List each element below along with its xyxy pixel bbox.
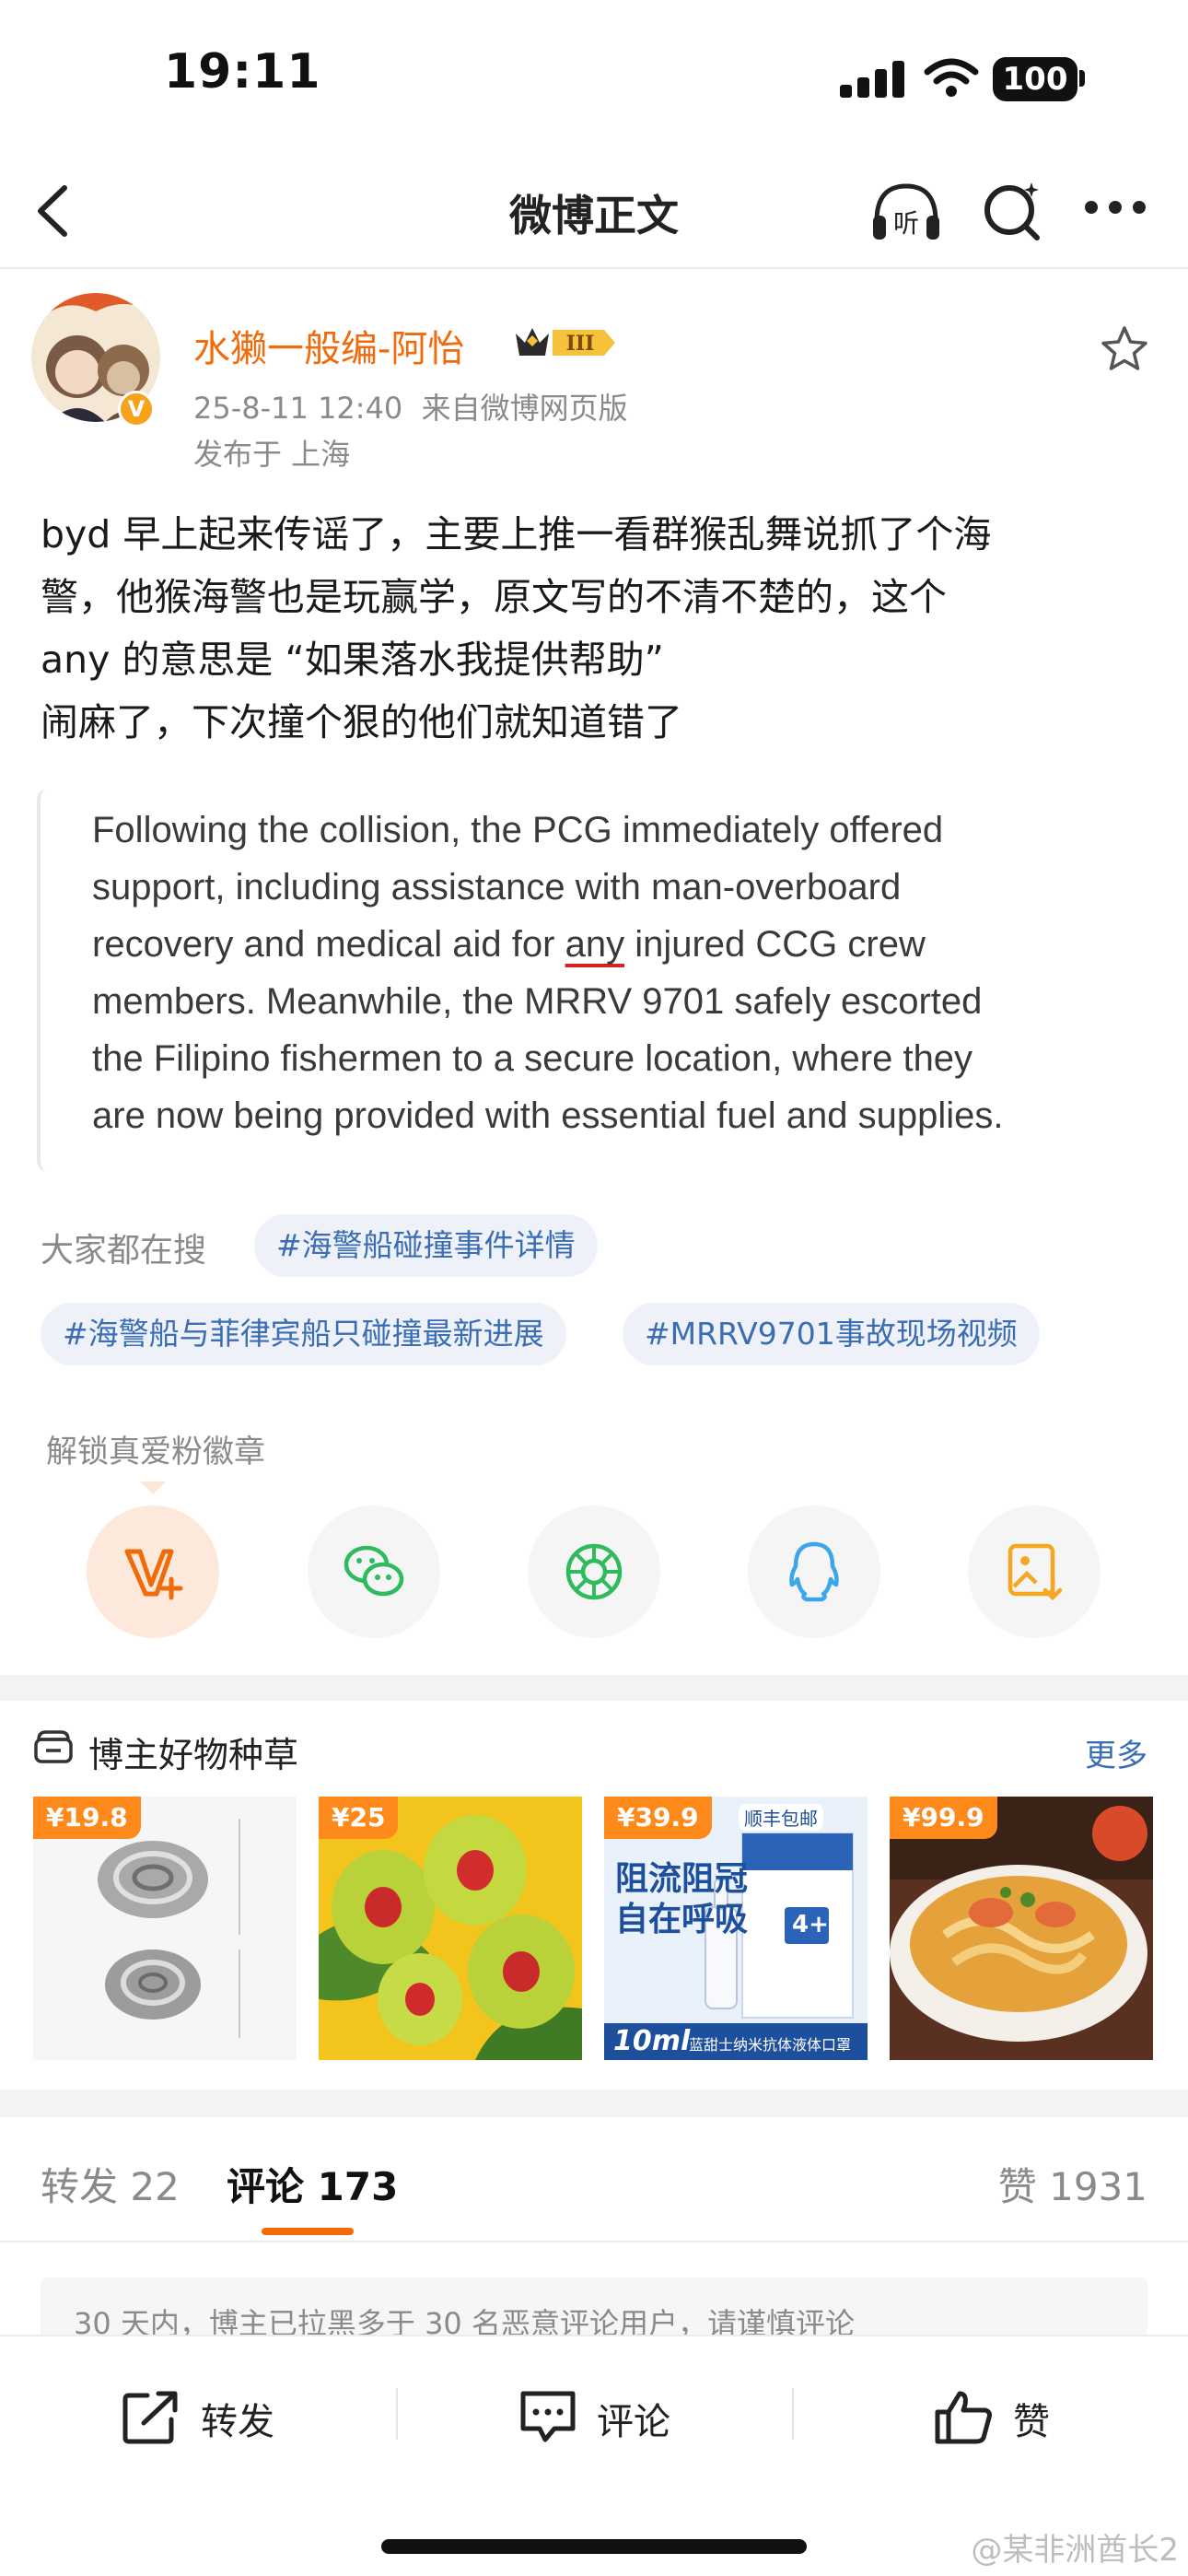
repost-icon: [122, 2391, 178, 2444]
fan-badge-icon: [124, 1549, 183, 1600]
price-tag: ¥19.8: [33, 1797, 141, 1839]
section-divider: [0, 1675, 1188, 1701]
repost-label: 转发: [201, 2401, 274, 2443]
save-image-icon: [1007, 1543, 1063, 1601]
battery-tip: [1079, 70, 1085, 87]
moments-icon: [565, 1543, 623, 1600]
status-time: 19:11: [164, 44, 321, 100]
product-badge: 4+1: [792, 1911, 845, 1938]
like-label: 赞: [1013, 2401, 1050, 2443]
quote-line: members. Meanwhile, the MRRV 9701 safely…: [92, 981, 983, 1022]
fan-badge-button[interactable]: [87, 1505, 219, 1638]
quote-line: recovery and medical aid for any injured…: [92, 916, 1142, 973]
search-chip[interactable]: #海警船与菲律宾船只碰撞最新进展: [41, 1303, 566, 1365]
quote-segment: injured CCG crew: [624, 924, 926, 965]
quote-line: Following the collision, the PCG immedia…: [92, 810, 944, 850]
search-icon[interactable]: [980, 179, 1046, 245]
quote-text: Following the collision, the PCG immedia…: [92, 802, 1142, 1144]
tab-repost[interactable]: 转发 22: [41, 2156, 180, 2212]
search-chip[interactable]: #MRRV9701事故现场视频: [623, 1303, 1040, 1365]
qq-icon: [789, 1541, 839, 1602]
wifi-icon: [924, 58, 979, 97]
verified-badge: V: [118, 391, 155, 427]
post-timestamp-source: 25-8-11 12:40 来自微博网页版: [193, 391, 628, 426]
cellular-signal-icon: [840, 61, 906, 98]
product-volume: 10ml: [613, 2025, 691, 2057]
goods-item[interactable]: ¥19.8: [33, 1797, 297, 2060]
share-moments-button[interactable]: [528, 1505, 660, 1638]
post-line: 警，他猴海警也是玩赢学，原文写的不清不楚的，这个: [41, 575, 947, 619]
like-button[interactable]: 赞: [934, 2384, 1081, 2449]
price-tag: ¥99.9: [890, 1797, 997, 1839]
post-line: 闹麻了，下次撞个狠的他们就知道错了: [41, 700, 682, 744]
favorite-star-icon[interactable]: [1100, 324, 1149, 374]
product-subline: 自在呼吸: [615, 1901, 749, 1938]
author-name[interactable]: 水獭一般编-阿怡: [193, 319, 464, 372]
tab-comment[interactable]: 评论 173: [227, 2156, 398, 2212]
comment-icon: [520, 2391, 576, 2442]
goods-item[interactable]: 顺丰包邮 阻流阻冠 自在呼吸 4+1 10ml 蓝甜士纳米抗体液体口罩 ¥39.…: [604, 1797, 868, 2060]
wechat-icon: [344, 1545, 404, 1597]
headphones-listen-icon[interactable]: 听: [869, 177, 943, 247]
watermark: @某非洲酋长2: [971, 2532, 1179, 2569]
thumbs-up-icon: [935, 2391, 992, 2444]
share-wechat-button[interactable]: [308, 1505, 440, 1638]
repost-button[interactable]: 转发: [122, 2384, 297, 2449]
goods-item[interactable]: ¥99.9: [890, 1797, 1153, 2060]
post-body: byd 早上起来传谣了，主要上推一看群猴乱舞说抓了个海 警，他猴海警也是玩赢学，…: [41, 503, 1155, 754]
goods-bag-icon: [34, 1730, 73, 1763]
divider: [0, 2241, 1188, 2242]
post-line: any 的意思是 “如果落水我提供帮助”: [41, 638, 664, 682]
pointer-arrow: [140, 1481, 166, 1494]
product-footer: 蓝甜士纳米抗体液体口罩: [689, 2036, 852, 2054]
divider: [396, 2388, 398, 2440]
underlined-word: any: [565, 924, 625, 965]
section-divider: [0, 2090, 1188, 2117]
svg-text:听: 听: [893, 208, 919, 239]
divider: [792, 2388, 794, 2440]
quoted-image[interactable]: Following the collision, the PCG immedia…: [37, 789, 1155, 1172]
share-qq-button[interactable]: [748, 1505, 880, 1638]
unlock-fan-badge-label: 解锁真爱粉徽章: [46, 1434, 265, 1470]
quote-line: support, including assistance with man-o…: [92, 867, 902, 907]
goods-more-link[interactable]: 更多: [1085, 1730, 1147, 1775]
post-line: byd 早上起来传谣了，主要上推一看群猴乱舞说抓了个海: [41, 512, 992, 556]
status-bar: 19:11 100: [0, 0, 1188, 157]
active-tab-indicator: [262, 2228, 354, 2235]
comment-notice: 30 天内，博主已拉黑多于 30 名恶意评论用户，请谨慎评论: [41, 2277, 1147, 2342]
quote-line: the Filipino fishermen to a secure locat…: [92, 1038, 973, 1079]
save-image-button[interactable]: [968, 1505, 1101, 1638]
price-tag: ¥39.9: [604, 1797, 712, 1839]
trending-search-label: 大家都在搜: [41, 1232, 207, 1270]
more-dots-icon[interactable]: [1085, 201, 1149, 219]
vip-level-text: III: [566, 332, 595, 356]
nav-bar: 微博正文 听: [0, 157, 1188, 269]
comment-button[interactable]: 评论: [518, 2384, 693, 2449]
quote-line: are now being provided with essential fu…: [92, 1095, 1004, 1136]
comment-label: 评论: [597, 2401, 670, 2443]
quote-segment: recovery and medical aid for: [92, 924, 565, 965]
search-chip[interactable]: #海警船碰撞事件详情: [254, 1214, 598, 1277]
battery-level: 100: [993, 57, 1077, 101]
goods-item[interactable]: ¥25: [319, 1797, 582, 2060]
price-tag: ¥25: [319, 1797, 399, 1839]
post-location: 发布于 上海: [193, 437, 351, 472]
home-indicator[interactable]: [381, 2539, 807, 2554]
goods-section-title: 博主好物种草: [88, 1735, 299, 1775]
likes-count[interactable]: 赞 1931: [998, 2156, 1147, 2212]
vip-level-badge-icon[interactable]: III: [512, 322, 619, 363]
shipping-tag: 顺丰包邮: [739, 1804, 823, 1831]
